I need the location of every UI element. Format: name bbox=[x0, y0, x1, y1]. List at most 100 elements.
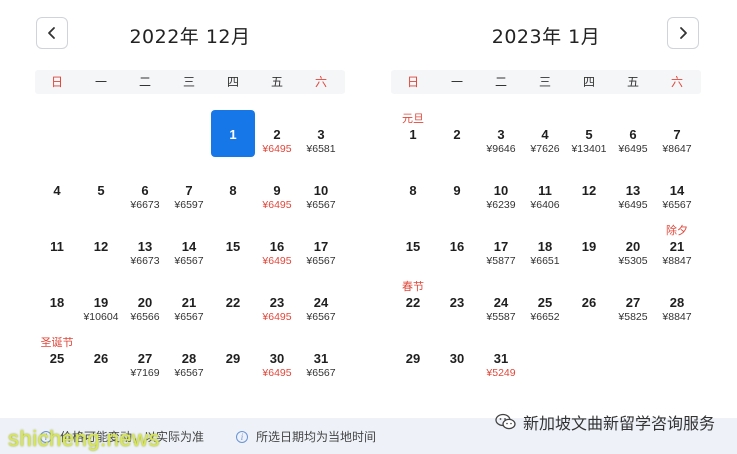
day-cell[interactable]: 11 ¥6406 bbox=[523, 166, 567, 214]
day-cell[interactable]: 14 ¥6567 bbox=[167, 222, 211, 270]
day-price: ¥6567 bbox=[662, 199, 692, 211]
day-cell[interactable]: 12 bbox=[79, 222, 123, 270]
day-price: ¥8847 bbox=[662, 311, 692, 323]
day-number: 27 bbox=[625, 295, 641, 310]
day-cell[interactable]: 1 bbox=[211, 110, 255, 158]
day-cell[interactable]: 13 ¥6673 bbox=[123, 222, 167, 270]
day-cell[interactable]: 5 ¥13401 bbox=[567, 110, 611, 158]
day-cell[interactable]: 10 ¥6239 bbox=[479, 166, 523, 214]
day-price: ¥6567 bbox=[306, 255, 336, 267]
day-cell[interactable]: 27 ¥5825 bbox=[611, 278, 655, 326]
day-number: 30 bbox=[449, 351, 465, 366]
day-cell[interactable]: 5 bbox=[79, 166, 123, 214]
day-cell[interactable]: 7 ¥6597 bbox=[167, 166, 211, 214]
day-cell[interactable]: 8 bbox=[211, 166, 255, 214]
day-cell[interactable]: 22 bbox=[211, 278, 255, 326]
day-cell[interactable]: 28 ¥8847 bbox=[655, 278, 699, 326]
day-cell[interactable]: 15 bbox=[391, 222, 435, 270]
day-cell[interactable]: 6 ¥6495 bbox=[611, 110, 655, 158]
day-cell[interactable]: 除夕 21 ¥8847 bbox=[655, 222, 699, 270]
day-cell[interactable]: 19 ¥10604 bbox=[79, 278, 123, 326]
day-cell[interactable]: 10 ¥6567 bbox=[299, 166, 343, 214]
day-cell[interactable]: 6 ¥6673 bbox=[123, 166, 167, 214]
day-number: 24 bbox=[313, 295, 329, 310]
day-cell[interactable]: 23 bbox=[435, 278, 479, 326]
day-cell[interactable]: 23 ¥6495 bbox=[255, 278, 299, 326]
day-price: ¥7626 bbox=[530, 143, 560, 155]
day-cell[interactable]: 26 bbox=[567, 278, 611, 326]
day-cell[interactable]: 29 bbox=[211, 334, 255, 382]
day-cell[interactable]: 13 ¥6495 bbox=[611, 166, 655, 214]
weekday-label: 日 bbox=[406, 75, 419, 89]
day-number: 28 bbox=[669, 295, 685, 310]
day-cell[interactable]: 21 ¥6567 bbox=[167, 278, 211, 326]
day-cell[interactable]: 3 ¥9646 bbox=[479, 110, 523, 158]
day-cell[interactable]: 18 bbox=[35, 278, 79, 326]
day-number: 23 bbox=[269, 295, 285, 310]
day-cell[interactable]: 31 ¥6567 bbox=[299, 334, 343, 382]
day-number: 6 bbox=[141, 183, 149, 198]
weekday-label: 四 bbox=[582, 75, 595, 89]
weekday-label: 四 bbox=[226, 75, 239, 89]
day-cell[interactable]: 7 ¥8647 bbox=[655, 110, 699, 158]
day-cell[interactable]: 27 ¥7169 bbox=[123, 334, 167, 382]
day-number: 9 bbox=[273, 183, 281, 198]
day-price: ¥6566 bbox=[130, 311, 160, 323]
month-title: 2022年 12月 bbox=[129, 26, 251, 48]
day-cell[interactable]: 31 ¥5249 bbox=[479, 334, 523, 382]
day-cell[interactable]: 4 bbox=[35, 166, 79, 214]
day-cell[interactable]: 14 ¥6567 bbox=[655, 166, 699, 214]
day-number: 7 bbox=[673, 127, 681, 142]
day-number: 29 bbox=[405, 351, 421, 366]
day-number: 6 bbox=[629, 127, 637, 142]
day-cell[interactable]: 9 bbox=[435, 166, 479, 214]
day-cell[interactable]: 20 ¥5305 bbox=[611, 222, 655, 270]
day-number: 26 bbox=[581, 295, 597, 310]
day-cell[interactable]: 17 ¥5877 bbox=[479, 222, 523, 270]
day-cell[interactable]: 16 ¥6495 bbox=[255, 222, 299, 270]
day-cell[interactable]: 圣诞节 25 bbox=[35, 334, 79, 382]
day-number: 19 bbox=[581, 239, 597, 254]
day-cell[interactable]: 11 bbox=[35, 222, 79, 270]
day-cell[interactable]: 2 ¥6495 bbox=[255, 110, 299, 158]
day-cell[interactable]: 3 ¥6581 bbox=[299, 110, 343, 158]
day-number: 17 bbox=[493, 239, 509, 254]
day-price: ¥5877 bbox=[486, 255, 516, 267]
day-number: 8 bbox=[229, 183, 237, 198]
day-number: 18 bbox=[537, 239, 553, 254]
day-cell[interactable]: 4 ¥7626 bbox=[523, 110, 567, 158]
day-cell[interactable]: 18 ¥6651 bbox=[523, 222, 567, 270]
day-number: 29 bbox=[225, 351, 241, 366]
day-number: 12 bbox=[581, 183, 597, 198]
day-cell[interactable]: 28 ¥6567 bbox=[167, 334, 211, 382]
day-cell[interactable]: 24 ¥5587 bbox=[479, 278, 523, 326]
day-number: 16 bbox=[269, 239, 285, 254]
day-number: 13 bbox=[625, 183, 641, 198]
day-cell[interactable]: 29 bbox=[391, 334, 435, 382]
holiday-label: 圣诞节 bbox=[40, 336, 74, 349]
day-cell[interactable]: 26 bbox=[79, 334, 123, 382]
day-cell[interactable]: 15 bbox=[211, 222, 255, 270]
day-cell[interactable]: 17 ¥6567 bbox=[299, 222, 343, 270]
day-cell[interactable]: 19 bbox=[567, 222, 611, 270]
day-number: 25 bbox=[49, 351, 65, 366]
day-cell[interactable]: 30 bbox=[435, 334, 479, 382]
day-cell[interactable]: 9 ¥6495 bbox=[255, 166, 299, 214]
day-number: 25 bbox=[537, 295, 553, 310]
day-cell[interactable]: 2 bbox=[435, 110, 479, 158]
day-price: ¥6406 bbox=[530, 199, 560, 211]
day-cell[interactable]: 30 ¥6495 bbox=[255, 334, 299, 382]
day-cell[interactable]: 12 bbox=[567, 166, 611, 214]
day-number: 27 bbox=[137, 351, 153, 366]
day-number: 24 bbox=[493, 295, 509, 310]
day-cell[interactable]: 25 ¥6652 bbox=[523, 278, 567, 326]
day-cell[interactable]: 春节 22 bbox=[391, 278, 435, 326]
day-number: 31 bbox=[313, 351, 329, 366]
day-cell[interactable]: 20 ¥6566 bbox=[123, 278, 167, 326]
day-cell[interactable]: 元旦 1 bbox=[391, 110, 435, 158]
day-cell[interactable]: 24 ¥6567 bbox=[299, 278, 343, 326]
day-cell[interactable]: 16 bbox=[435, 222, 479, 270]
day-cell[interactable]: 8 bbox=[391, 166, 435, 214]
weekday-header: 日 一 二 三 四 五 六 bbox=[35, 70, 345, 94]
day-price: ¥7169 bbox=[130, 367, 160, 379]
